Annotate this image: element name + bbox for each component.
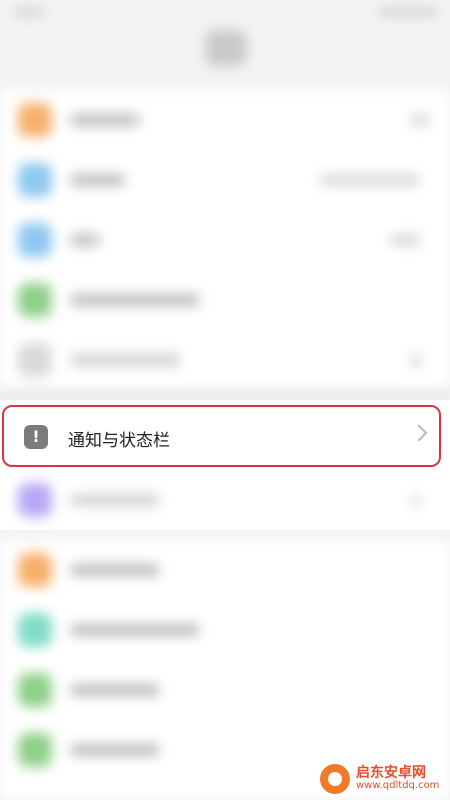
settings-row-text	[70, 114, 140, 126]
settings-row-text	[70, 564, 160, 576]
settings-row[interactable]	[0, 270, 450, 330]
chevron-right-icon	[412, 354, 420, 368]
settings-row-icon	[18, 283, 52, 317]
status-time-blob	[14, 8, 44, 16]
settings-row-icon	[18, 343, 52, 377]
settings-row-icon	[18, 163, 52, 197]
settings-row-text	[70, 684, 160, 696]
settings-row[interactable]	[0, 470, 450, 530]
notification-statusbar-row[interactable]: ! 通知与状态栏	[2, 405, 441, 467]
settings-row-icon	[18, 223, 52, 257]
settings-row[interactable]	[0, 150, 450, 210]
settings-row-value	[390, 234, 420, 246]
settings-row-text	[70, 234, 100, 246]
settings-row[interactable]	[0, 660, 450, 720]
status-bar	[0, 0, 450, 30]
notification-statusbar-label: 通知与状态栏	[68, 431, 170, 451]
watermark-title: 启东安卓网	[356, 765, 426, 782]
section-divider	[0, 390, 450, 400]
settings-row-icon	[18, 673, 52, 707]
watermark-logo-icon	[320, 764, 350, 794]
settings-row-text	[70, 354, 180, 366]
watermark: 启东安卓网 www.qdltdq.com	[320, 760, 448, 798]
settings-row-icon	[18, 733, 52, 767]
chevron-right-icon	[410, 424, 428, 442]
settings-card-top	[0, 90, 450, 390]
settings-row-icon	[18, 103, 52, 137]
settings-row-value	[320, 174, 420, 186]
settings-row-icon	[18, 483, 52, 517]
settings-row[interactable]	[0, 540, 450, 600]
status-icons-blob	[378, 8, 438, 16]
settings-row[interactable]	[0, 90, 450, 150]
settings-row-text	[70, 294, 200, 306]
settings-row-text	[70, 494, 160, 506]
settings-row-text	[70, 624, 200, 636]
settings-row-value	[410, 114, 430, 126]
settings-row-text	[70, 744, 160, 756]
watermark-url: www.qdltdq.com	[356, 780, 440, 792]
settings-row[interactable]	[0, 330, 450, 390]
settings-row-text	[70, 174, 125, 186]
settings-row-icon	[18, 613, 52, 647]
settings-row[interactable]	[0, 600, 450, 660]
exclamation-icon: !	[24, 425, 48, 449]
chevron-right-icon	[412, 494, 420, 508]
settings-row[interactable]	[0, 210, 450, 270]
settings-row-icon	[18, 553, 52, 587]
page-title-blob	[205, 30, 247, 66]
